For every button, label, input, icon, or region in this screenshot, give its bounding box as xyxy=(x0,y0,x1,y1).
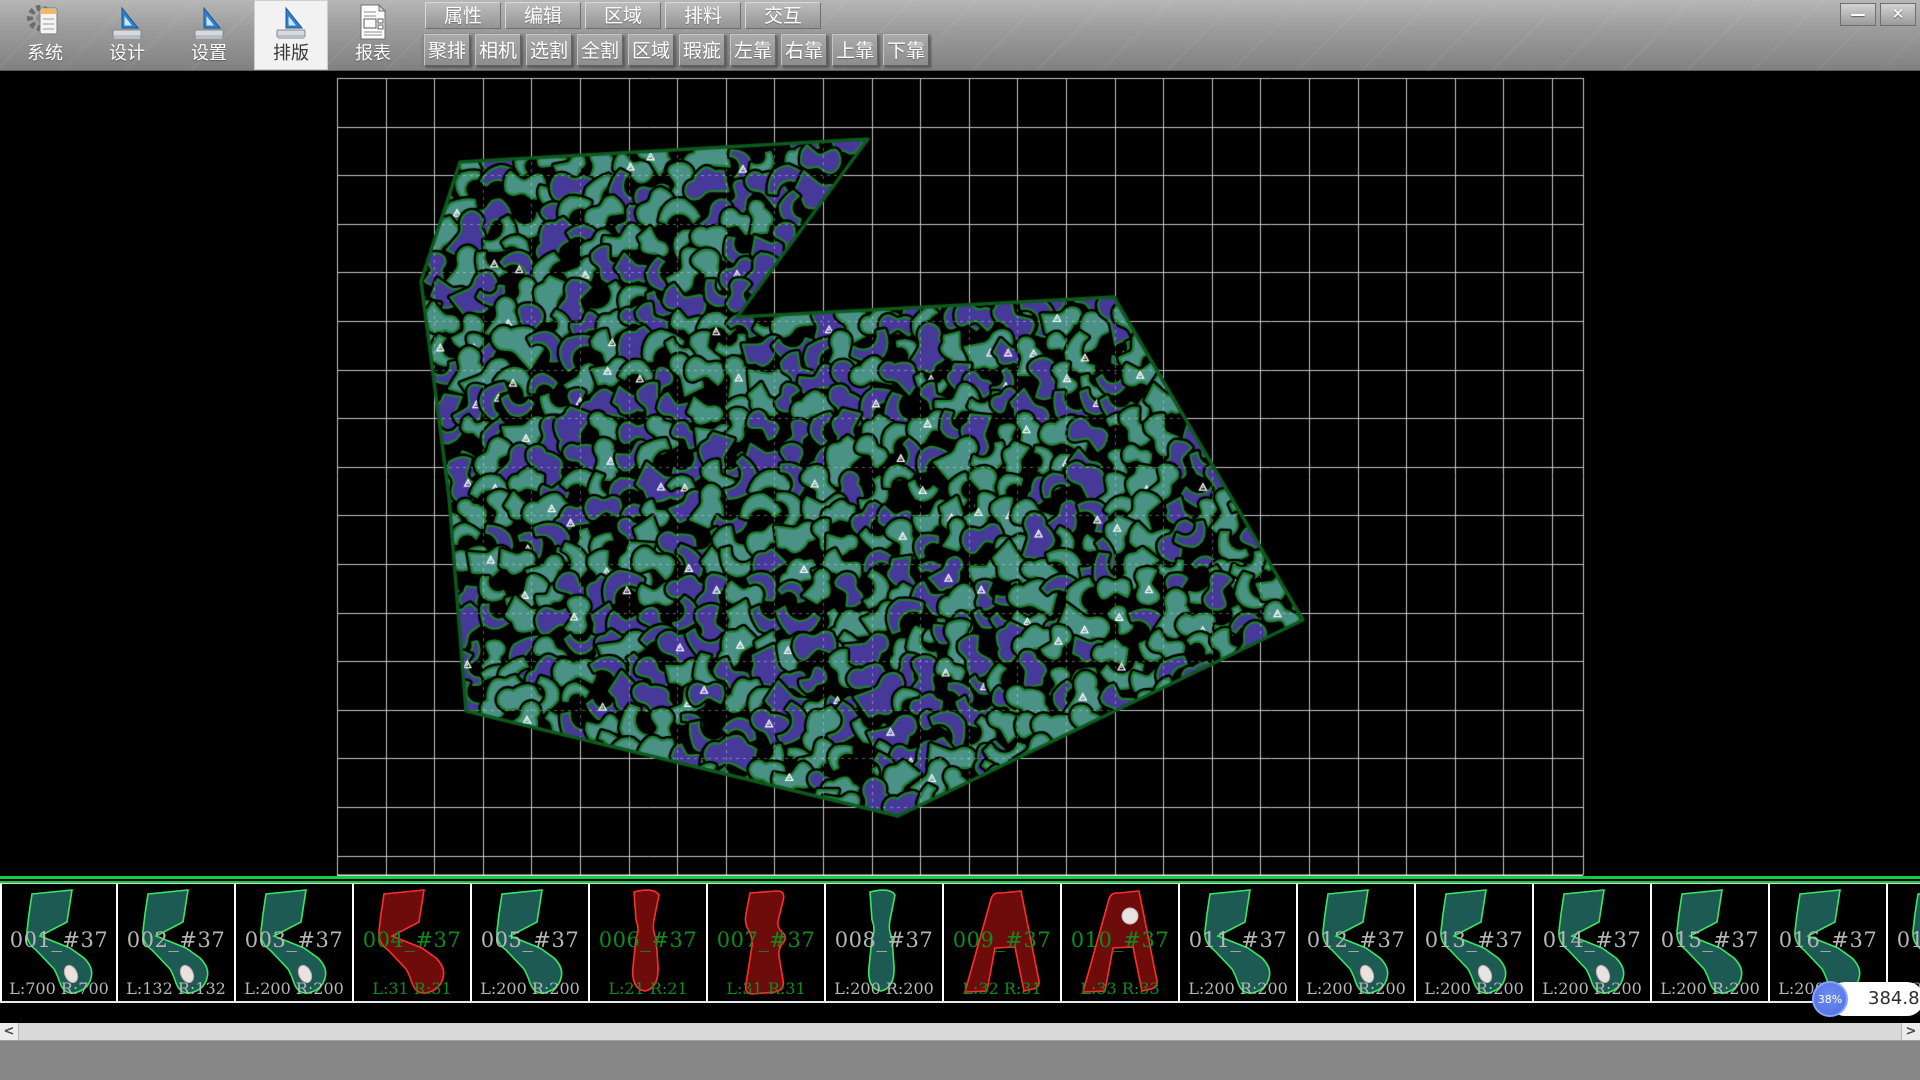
scrollbar-thumb[interactable] xyxy=(18,1023,1902,1040)
design-icon xyxy=(108,2,146,42)
part-id-label: 010_#37 xyxy=(1062,928,1178,952)
part-thumbnail-cell-006_#37[interactable]: 006_#37 L:21 R:21 xyxy=(590,884,708,1001)
part-counts-label: L:200 R:200 xyxy=(1298,979,1414,998)
part-thumbnail-cell-011_#37[interactable]: 011_#37 L:200 R:200 xyxy=(1180,884,1298,1001)
part-counts-label: L:132 R:132 xyxy=(118,979,234,998)
download-percent-label: 38% xyxy=(1818,993,1842,1006)
menu-tab-1[interactable]: 属性 xyxy=(425,2,501,29)
app-button-label: 设置 xyxy=(191,42,227,66)
part-id-label: 007_#37 xyxy=(708,928,824,952)
window-controls: — ✕ xyxy=(1840,3,1916,26)
tool-button-3[interactable]: 选割 xyxy=(526,34,572,66)
app-button-3[interactable]: 设置 xyxy=(172,0,246,70)
part-id-label: 017_#37 xyxy=(1888,928,1920,952)
app-button-2[interactable]: 设计 xyxy=(90,0,164,70)
menu-tab-3[interactable]: 区域 xyxy=(585,2,661,29)
parts-strip: 001_#37 L:700 R:700 002_#37 L:132 R:132 … xyxy=(0,883,1920,1003)
menu-tab-4[interactable]: 排料 xyxy=(665,2,741,29)
part-thumbnail-cell-013_#37[interactable]: 013_#37 L:200 R:200 xyxy=(1416,884,1534,1001)
minimize-button[interactable]: — xyxy=(1840,3,1876,26)
tool-button-7[interactable]: 左靠 xyxy=(730,34,776,66)
part-thumbnail-cell-012_#37[interactable]: 012_#37 L:200 R:200 xyxy=(1298,884,1416,1001)
strip-bottom-gap xyxy=(0,1003,1920,1023)
part-id-label: 004_#37 xyxy=(354,928,470,952)
part-id-label: 005_#37 xyxy=(472,928,588,952)
part-thumbnail-cell-004_#37[interactable]: 004_#37 L:31 R:31 xyxy=(354,884,472,1001)
tool-button-9[interactable]: 上靠 xyxy=(832,34,878,66)
horizontal-scrollbar[interactable]: < > xyxy=(0,1023,1920,1040)
tool-button-10[interactable]: 下靠 xyxy=(883,34,929,66)
tool-button-1[interactable]: 聚排 xyxy=(424,34,470,66)
tool-button-row: 聚排相机选割全割区域瑕疵左靠右靠上靠下靠 xyxy=(421,33,932,67)
download-size-label: 384.8M xyxy=(1868,988,1920,1009)
part-thumbnail-cell-010_#37[interactable]: 010_#37 L:33 R:33 xyxy=(1062,884,1180,1001)
tool-button-2[interactable]: 相机 xyxy=(475,34,521,66)
system-icon xyxy=(26,2,64,42)
close-button[interactable]: ✕ xyxy=(1880,3,1916,26)
part-id-label: 013_#37 xyxy=(1416,928,1532,952)
part-thumbnail-cell-001_#37[interactable]: 001_#37 L:700 R:700 xyxy=(0,884,118,1001)
part-id-label: 001_#37 xyxy=(2,928,116,952)
part-id-label: 008_#37 xyxy=(826,928,942,952)
part-counts-label: L:32 R:31 xyxy=(944,979,1060,998)
report-icon xyxy=(354,2,392,42)
part-thumbnail-cell-014_#37[interactable]: 014_#37 L:200 R:200 xyxy=(1534,884,1652,1001)
part-thumbnail-cell-003_#37[interactable]: 003_#37 L:200 R:200 xyxy=(236,884,354,1001)
part-counts-label: L:200 R:200 xyxy=(1534,979,1650,998)
part-id-label: 014_#37 xyxy=(1534,928,1650,952)
part-id-label: 015_#37 xyxy=(1652,928,1768,952)
app-button-label: 设计 xyxy=(109,42,145,66)
scroll-left-button[interactable]: < xyxy=(0,1023,19,1040)
part-counts-label: L:31 R:31 xyxy=(708,979,824,998)
app-button-1[interactable]: 系统 xyxy=(8,0,82,70)
app-button-label: 排版 xyxy=(273,42,309,66)
part-thumbnail-cell-009_#37[interactable]: 009_#37 L:32 R:31 xyxy=(944,884,1062,1001)
menu-tab-2[interactable]: 编辑 xyxy=(505,2,581,29)
app-button-label: 报表 xyxy=(355,42,391,66)
part-id-label: 002_#37 xyxy=(118,928,234,952)
part-thumbnail-cell-015_#37[interactable]: 015_#37 L:200 R:200 xyxy=(1652,884,1770,1001)
strip-separator-line xyxy=(0,876,1920,883)
part-counts-label: L:200 R:200 xyxy=(236,979,352,998)
part-counts-label: L:200 R:200 xyxy=(1416,979,1532,998)
app-button-label: 系统 xyxy=(27,42,63,66)
part-counts-label: L:200 R:200 xyxy=(1180,979,1296,998)
part-counts-label: L:21 R:21 xyxy=(590,979,706,998)
menu-tab-5[interactable]: 交互 xyxy=(745,2,821,29)
part-id-label: 016_#37 xyxy=(1770,928,1886,952)
part-id-label: 012_#37 xyxy=(1298,928,1414,952)
part-thumbnail-cell-002_#37[interactable]: 002_#37 L:132 R:132 xyxy=(118,884,236,1001)
menu-tab-row: 属性编辑区域排料交互 xyxy=(425,2,821,29)
part-thumbnail-cell-007_#37[interactable]: 007_#37 L:31 R:31 xyxy=(708,884,826,1001)
main-toolbar: 系统 设计 设置 排版 报表 属性编辑区域排料交互 聚排相机选割全割区域瑕疵左靠… xyxy=(0,0,1920,71)
layout-icon xyxy=(272,2,310,42)
part-id-label: 011_#37 xyxy=(1180,928,1296,952)
part-counts-label: L:200 R:200 xyxy=(826,979,942,998)
settings-icon xyxy=(190,2,228,42)
tool-button-4[interactable]: 全割 xyxy=(577,34,623,66)
part-counts-label: L:200 R:200 xyxy=(1652,979,1768,998)
part-id-label: 009_#37 xyxy=(944,928,1060,952)
app-button-5[interactable]: 报表 xyxy=(336,0,410,70)
part-id-label: 003_#37 xyxy=(236,928,352,952)
tool-button-8[interactable]: 右靠 xyxy=(781,34,827,66)
tool-button-6[interactable]: 瑕疵 xyxy=(679,34,725,66)
part-counts-label: L:31 R:31 xyxy=(354,979,470,998)
tool-button-5[interactable]: 区域 xyxy=(628,34,674,66)
scroll-right-button[interactable]: > xyxy=(1901,1023,1920,1040)
app-button-group: 系统 设计 设置 排版 报表 xyxy=(8,0,410,70)
part-counts-label: L:200 R:200 xyxy=(472,979,588,998)
part-thumbnail-cell-008_#37[interactable]: 008_#37 L:200 R:200 xyxy=(826,884,944,1001)
app-button-4[interactable]: 排版 xyxy=(254,0,328,70)
download-progress-circle[interactable]: 38% xyxy=(1812,981,1848,1017)
part-counts-label: L:700 R:700 xyxy=(2,979,116,998)
taskbar xyxy=(0,1040,1920,1080)
part-counts-label: L:33 R:33 xyxy=(1062,979,1178,998)
nesting-canvas[interactable] xyxy=(0,70,1920,876)
part-id-label: 006_#37 xyxy=(590,928,706,952)
part-thumbnail-cell-005_#37[interactable]: 005_#37 L:200 R:200 xyxy=(472,884,590,1001)
